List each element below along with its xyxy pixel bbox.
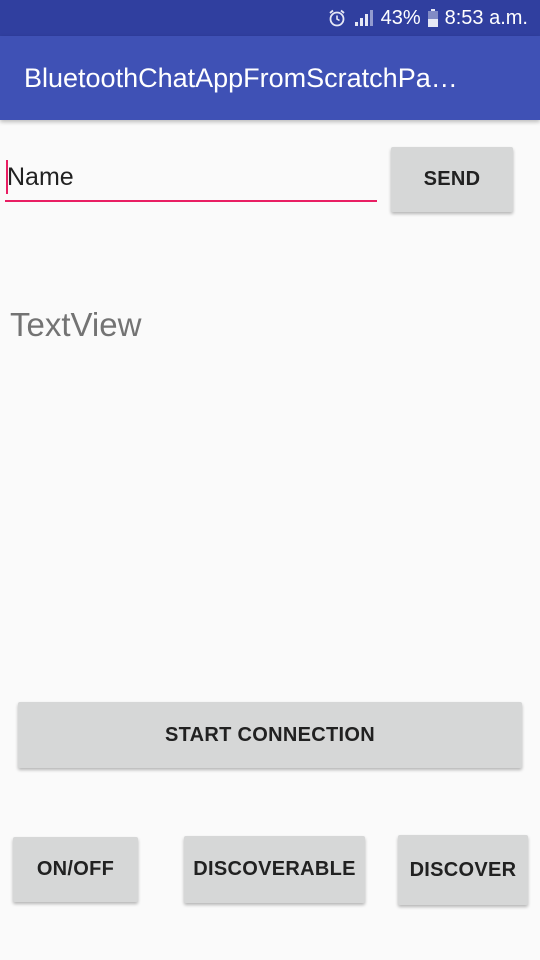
received-text-view: TextView (10, 306, 142, 343)
battery-percent: 43% (380, 6, 421, 29)
status-bar: 43% 8:53 a.m. (0, 0, 540, 36)
status-icons: 43% 8:53 a.m. (327, 0, 528, 36)
status-time: 8:53 a.m. (444, 6, 528, 29)
send-button[interactable]: SEND (391, 147, 513, 212)
battery-icon (427, 8, 439, 28)
signal-icon (353, 8, 375, 28)
discoverable-button[interactable]: DISCOVERABLE (184, 836, 365, 903)
discover-button[interactable]: DISCOVER (398, 835, 528, 905)
start-connection-button[interactable]: START CONNECTION (18, 702, 522, 768)
text-cursor (6, 160, 8, 194)
on-off-button[interactable]: ON/OFF (13, 837, 138, 902)
app-bar: BluetoothChatAppFromScratchPa… (0, 36, 540, 120)
app-title: BluetoothChatAppFromScratchPa… (24, 62, 458, 93)
alarm-icon (327, 8, 347, 28)
message-input[interactable] (5, 154, 377, 202)
